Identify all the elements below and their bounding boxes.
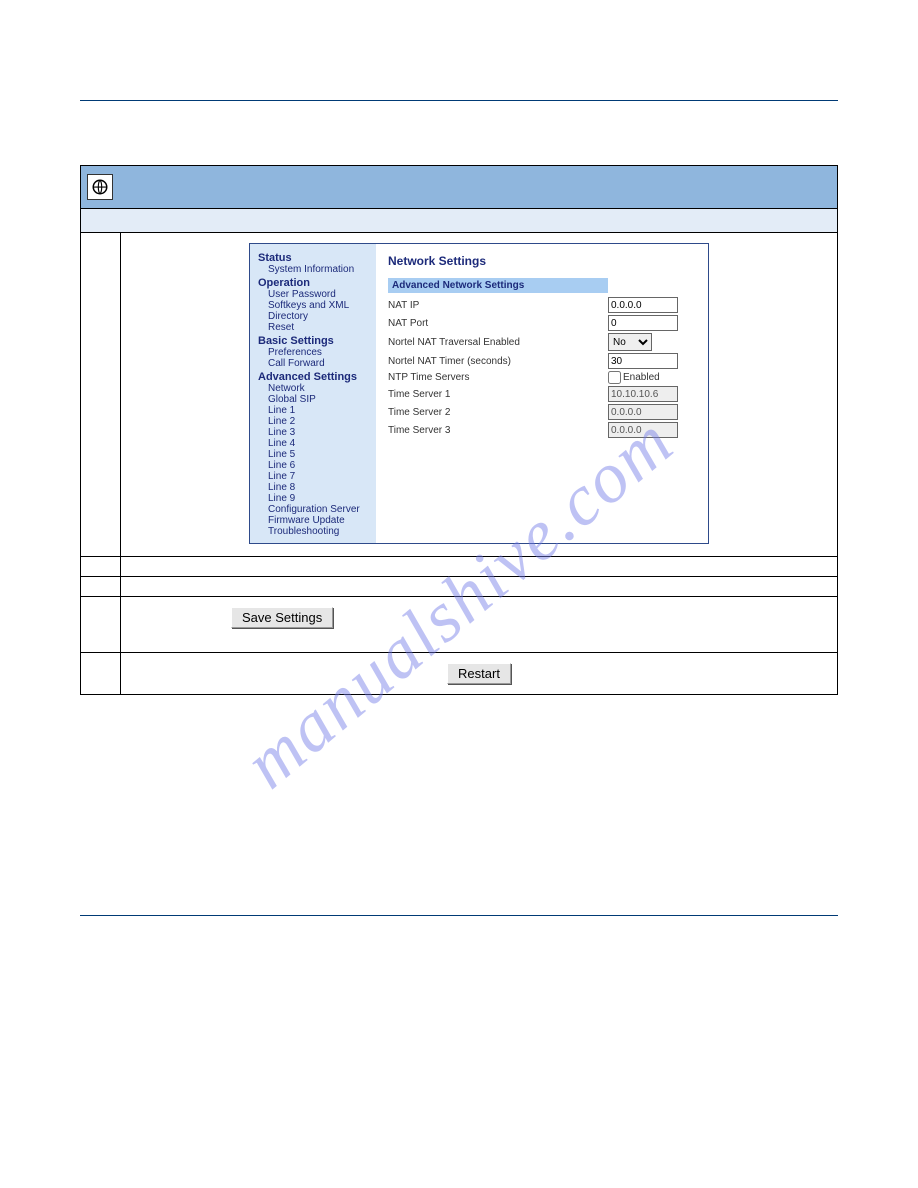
step-body-cell: Restart <box>121 653 838 695</box>
time-server-2-label: Time Server 2 <box>388 407 608 418</box>
sidebar-header-basic: Basic Settings <box>258 333 370 347</box>
sidebar-item-troubleshooting[interactable]: Troubleshooting <box>258 526 370 537</box>
time-server-1-row: Time Server 1 <box>388 386 696 402</box>
sidebar-item-line7[interactable]: Line 7 <box>258 471 370 482</box>
sidebar-item-firmware[interactable]: Firmware Update <box>258 515 370 526</box>
step-body-cell: Save Settings <box>121 597 838 653</box>
panel-title: Network Settings <box>388 254 696 268</box>
time-server-3-input[interactable] <box>608 422 678 438</box>
nat-port-input[interactable] <box>608 315 678 331</box>
bottom-horizontal-rule <box>80 915 838 916</box>
nat-port-row: NAT Port <box>388 315 696 331</box>
step-number-cell <box>81 577 121 597</box>
table-row: Restart <box>81 653 838 695</box>
sidebar-item-global-sip[interactable]: Global SIP <box>258 394 370 405</box>
sidebar-item-line9[interactable]: Line 9 <box>258 493 370 504</box>
sidebar-item-line8[interactable]: Line 8 <box>258 482 370 493</box>
table-row <box>81 557 838 577</box>
time-server-2-input[interactable] <box>608 404 678 420</box>
sidebar-header-advanced: Advanced Settings <box>258 369 370 383</box>
page-content: Status System Information Operation User… <box>0 0 918 956</box>
time-server-3-row: Time Server 3 <box>388 422 696 438</box>
sidebar-item-line3[interactable]: Line 3 <box>258 427 370 438</box>
sidebar-item-line4[interactable]: Line 4 <box>258 438 370 449</box>
nat-port-label: NAT Port <box>388 318 608 329</box>
ntp-enabled-label: Enabled <box>623 372 660 383</box>
ntp-servers-row: NTP Time Servers Enabled <box>388 371 696 384</box>
step-body-cell <box>121 577 838 597</box>
ntp-servers-label: NTP Time Servers <box>388 372 608 383</box>
nortel-timer-input[interactable] <box>608 353 678 369</box>
instruction-table: Status System Information Operation User… <box>80 165 838 695</box>
table-row: Save Settings <box>81 597 838 653</box>
sidebar-item-network[interactable]: Network <box>258 383 370 394</box>
nortel-traversal-select[interactable]: No <box>608 333 652 351</box>
sidebar-item-reset[interactable]: Reset <box>258 322 370 333</box>
step-body-cell <box>121 557 838 577</box>
sidebar-item-line1[interactable]: Line 1 <box>258 405 370 416</box>
ntp-enabled-checkbox[interactable] <box>608 371 621 384</box>
sidebar-item-config-server[interactable]: Configuration Server <box>258 504 370 515</box>
time-server-1-input[interactable] <box>608 386 678 402</box>
sidebar-item-user-password[interactable]: User Password <box>258 289 370 300</box>
save-settings-button[interactable]: Save Settings <box>231 607 333 628</box>
time-server-2-row: Time Server 2 <box>388 404 696 420</box>
time-server-3-label: Time Server 3 <box>388 425 608 436</box>
step-number-cell <box>81 557 121 577</box>
step-number-cell <box>81 233 121 557</box>
nortel-traversal-label: Nortel NAT Traversal Enabled <box>388 337 608 348</box>
settings-sidebar: Status System Information Operation User… <box>250 244 376 543</box>
network-settings-screenshot: Status System Information Operation User… <box>249 243 709 544</box>
nat-ip-label: NAT IP <box>388 300 608 311</box>
table-header-row <box>81 166 838 209</box>
step-number-cell <box>81 597 121 653</box>
sidebar-item-call-forward[interactable]: Call Forward <box>258 358 370 369</box>
table-subheader-row <box>81 209 838 233</box>
sidebar-header-status: Status <box>258 250 370 264</box>
nortel-timer-label: Nortel NAT Timer (seconds) <box>388 356 608 367</box>
panel-subheader: Advanced Network Settings <box>388 278 608 293</box>
nortel-traversal-row: Nortel NAT Traversal Enabled No <box>388 333 696 351</box>
sidebar-item-system-info[interactable]: System Information <box>258 264 370 275</box>
restart-button[interactable]: Restart <box>447 663 511 684</box>
nat-ip-row: NAT IP <box>388 297 696 313</box>
nortel-timer-row: Nortel NAT Timer (seconds) <box>388 353 696 369</box>
nat-ip-input[interactable] <box>608 297 678 313</box>
sidebar-item-line6[interactable]: Line 6 <box>258 460 370 471</box>
step-body-cell: Status System Information Operation User… <box>121 233 838 557</box>
time-server-1-label: Time Server 1 <box>388 389 608 400</box>
step-number-cell <box>81 653 121 695</box>
sidebar-item-line5[interactable]: Line 5 <box>258 449 370 460</box>
sidebar-item-line2[interactable]: Line 2 <box>258 416 370 427</box>
sidebar-item-preferences[interactable]: Preferences <box>258 347 370 358</box>
sidebar-item-softkeys-xml[interactable]: Softkeys and XML <box>258 300 370 311</box>
table-row: Status System Information Operation User… <box>81 233 838 557</box>
sidebar-item-directory[interactable]: Directory <box>258 311 370 322</box>
main-settings-panel: Network Settings Advanced Network Settin… <box>376 244 708 543</box>
top-horizontal-rule <box>80 100 838 101</box>
sidebar-header-operation: Operation <box>258 275 370 289</box>
table-row <box>81 577 838 597</box>
globe-icon <box>87 174 113 200</box>
